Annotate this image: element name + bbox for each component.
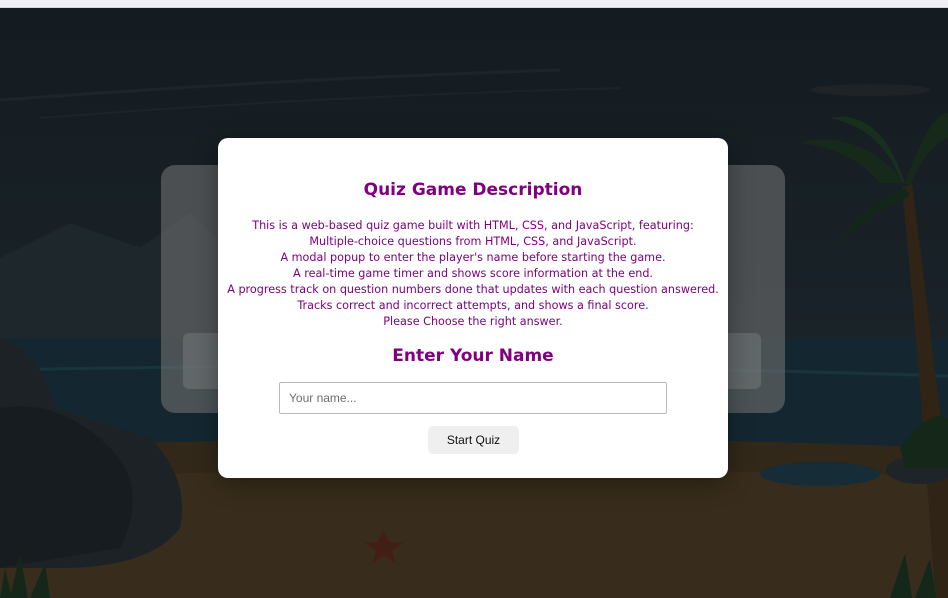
player-name-input[interactable] [279, 382, 667, 414]
description-line: A progress track on question numbers don… [227, 283, 719, 296]
description-line: Multiple-choice questions from HTML, CSS… [309, 235, 637, 248]
description-line: A modal popup to enter the player's name… [280, 251, 666, 264]
enter-name-title: Enter Your Name [392, 346, 554, 366]
name-entry-modal: Quiz Game Description This is a web-base… [218, 138, 728, 478]
description-line: This is a web-based quiz game built with… [252, 219, 694, 232]
browser-top-strip [0, 0, 948, 8]
description-text: This is a web-based quiz game built with… [218, 218, 728, 330]
description-title: Quiz Game Description [363, 180, 583, 200]
description-line: Please Choose the right answer. [383, 315, 563, 328]
description-line: Tracks correct and incorrect attempts, a… [297, 299, 649, 312]
description-line: A real-time game timer and shows score i… [293, 267, 653, 280]
start-quiz-button[interactable]: Start Quiz [428, 426, 519, 454]
